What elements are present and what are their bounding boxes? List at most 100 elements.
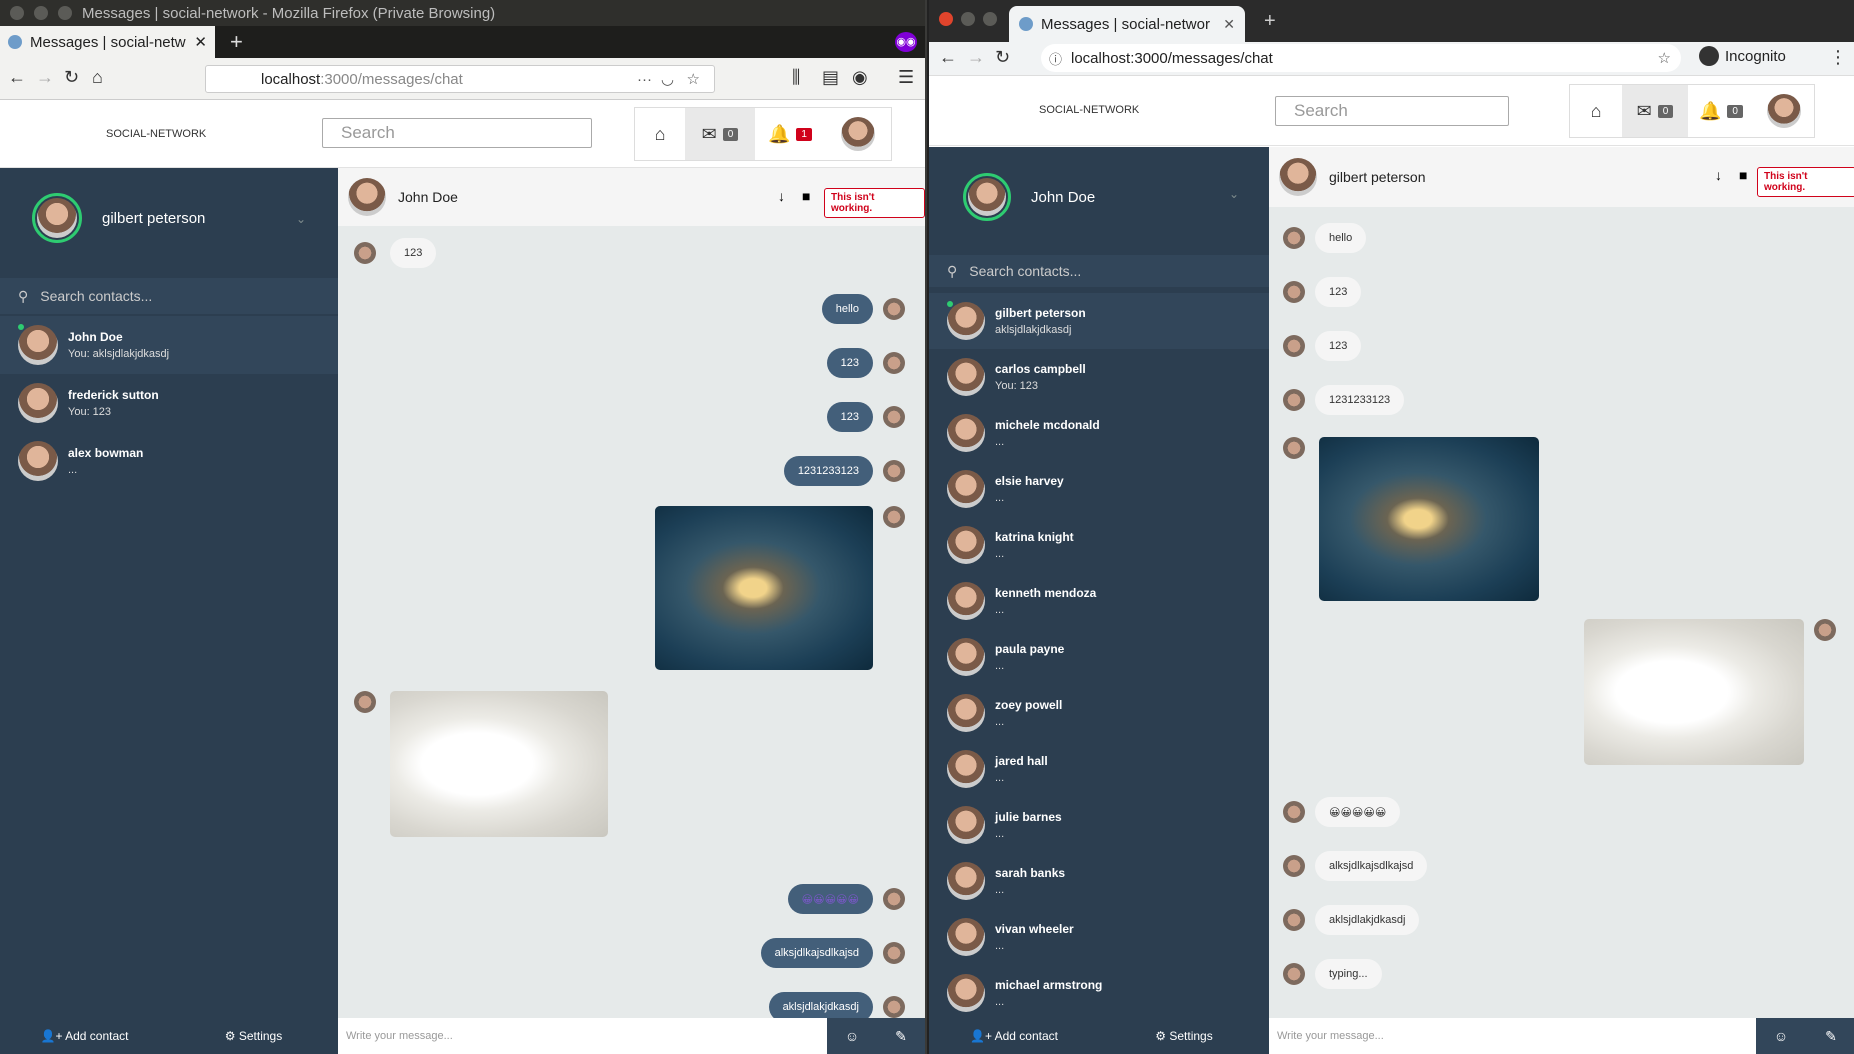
sidebar-icon[interactable]: ▤ bbox=[822, 67, 839, 88]
contact-michele-mcdonald[interactable]: michele mcdonald... bbox=[929, 405, 1269, 461]
browser-tab[interactable]: Messages | social-netwo ✕ bbox=[0, 26, 215, 58]
contacts-sidebar: gilbert peterson ⌄ ⚲ Search contacts... … bbox=[0, 168, 338, 1054]
contact-sarah-banks[interactable]: sarah banks... bbox=[929, 853, 1269, 909]
add-contact-button[interactable]: 👤+ Add contact bbox=[0, 1029, 169, 1043]
contact-carlos-campbell[interactable]: carlos campbell You: 123 bbox=[929, 349, 1269, 405]
message-input[interactable]: Write your message... bbox=[1269, 1030, 1756, 1042]
close-tab-icon[interactable]: ✕ bbox=[1223, 16, 1235, 33]
info-icon[interactable]: ⓘ bbox=[1049, 49, 1062, 68]
incognito-badge[interactable]: Incognito bbox=[1699, 46, 1786, 66]
avatar bbox=[947, 638, 985, 676]
error-tooltip: This isn't working. bbox=[1757, 167, 1854, 197]
download-icon[interactable]: ↓ bbox=[778, 188, 785, 204]
contact-julie-barnes[interactable]: julie barnes... bbox=[929, 797, 1269, 853]
close-tab-icon[interactable]: ✕ bbox=[194, 33, 207, 51]
notifications-button[interactable]: 🔔 1 bbox=[755, 108, 825, 160]
profile-avatar-ring[interactable] bbox=[963, 173, 1011, 221]
back-icon[interactable]: ← bbox=[939, 47, 957, 68]
settings-button[interactable]: ⚙ Settings bbox=[1099, 1029, 1269, 1043]
chrome-window: Messages | social-networ ✕ + ← → ↻ ⓘ loc… bbox=[927, 0, 1854, 1054]
smiley-icon: ☺ bbox=[1773, 1028, 1789, 1044]
brand-logo[interactable]: SOCIAL-NETWORK bbox=[106, 128, 206, 140]
library-icon[interactable]: ⫼ bbox=[792, 67, 800, 88]
home-icon[interactable]: ⌂ bbox=[92, 67, 103, 88]
profile-avatar-ring[interactable] bbox=[32, 193, 82, 243]
new-tab-icon[interactable]: + bbox=[230, 29, 243, 55]
contact-preview: ... bbox=[995, 772, 1005, 784]
contact-elsie-harvey[interactable]: elsie harvey... bbox=[929, 461, 1269, 517]
pocket-icon[interactable]: ◡ bbox=[661, 70, 674, 88]
forward-icon[interactable]: → bbox=[36, 67, 54, 88]
search-input[interactable]: Search bbox=[1275, 96, 1509, 126]
contact-zoey-powell[interactable]: zoey powell... bbox=[929, 685, 1269, 741]
attach-button[interactable]: ✎ bbox=[877, 1018, 925, 1054]
contact-search[interactable]: ⚲ Search contacts... bbox=[929, 255, 1269, 287]
contact-gilbert-peterson[interactable]: gilbert peterson aklsjdlakjdkasdj bbox=[929, 293, 1269, 349]
bookmark-star-icon[interactable]: ☆ bbox=[1658, 49, 1671, 67]
minimize-window-icon[interactable] bbox=[34, 6, 48, 20]
contact-jared-hall[interactable]: jared hall... bbox=[929, 741, 1269, 797]
messenger-button[interactable]: ✉ 0 bbox=[685, 108, 755, 160]
video-call-icon[interactable]: ■ bbox=[802, 188, 810, 204]
avatar bbox=[968, 178, 1006, 216]
address-bar[interactable]: localhost:3000/messages/chat ☆ ◡ ··· bbox=[205, 65, 715, 93]
home-button[interactable]: ⌂ bbox=[635, 108, 685, 160]
page-actions-icon[interactable]: ··· bbox=[637, 71, 652, 88]
avatar bbox=[947, 694, 985, 732]
chevron-down-icon[interactable]: ⌄ bbox=[1229, 187, 1239, 201]
dog-image[interactable] bbox=[390, 691, 608, 837]
address-bar[interactable]: ⓘ localhost:3000/messages/chat ☆ bbox=[1041, 44, 1681, 72]
notifications-button[interactable]: 🔔 0 bbox=[1688, 85, 1754, 137]
menu-icon[interactable]: ☰ bbox=[898, 67, 914, 88]
contact-frederick-sutton[interactable]: frederick sutton You: 123 bbox=[0, 374, 338, 432]
close-window-icon[interactable] bbox=[939, 12, 953, 26]
contact-john-doe[interactable]: John Doe You: aklsjdlakjdkasdj bbox=[0, 316, 338, 374]
reload-icon[interactable]: ↻ bbox=[995, 47, 1010, 68]
meerkat-image[interactable] bbox=[1319, 437, 1539, 601]
emoji-button[interactable]: ☺ bbox=[827, 1018, 877, 1054]
contact-vivan-wheeler[interactable]: vivan wheeler... bbox=[929, 909, 1269, 965]
close-window-icon[interactable] bbox=[10, 6, 24, 20]
reload-icon[interactable]: ↻ bbox=[64, 67, 79, 88]
attach-button[interactable]: ✎ bbox=[1806, 1018, 1854, 1054]
contact-michael-armstrong[interactable]: michael armstrong... bbox=[929, 965, 1269, 1021]
avatar bbox=[883, 298, 905, 320]
profile-button[interactable] bbox=[825, 108, 891, 160]
gear-icon: ⚙ bbox=[224, 1029, 239, 1043]
meerkat-image[interactable] bbox=[655, 506, 873, 670]
video-call-icon[interactable]: ■ bbox=[1739, 167, 1747, 183]
back-icon[interactable]: ← bbox=[8, 67, 26, 88]
message-input[interactable]: Write your message... bbox=[338, 1030, 827, 1042]
brand-logo[interactable]: SOCIAL-NETWORK bbox=[1039, 104, 1139, 116]
home-icon: ⌂ bbox=[1590, 100, 1602, 121]
dog-image[interactable] bbox=[1584, 619, 1804, 765]
account-icon[interactable]: ◉ bbox=[852, 67, 868, 88]
messenger-button[interactable]: ✉ 0 bbox=[1622, 85, 1688, 137]
profile-button[interactable] bbox=[1754, 85, 1814, 137]
contact-katrina-knight[interactable]: katrina knight... bbox=[929, 517, 1269, 573]
browser-tab[interactable]: Messages | social-networ ✕ bbox=[1009, 6, 1245, 42]
avatar bbox=[947, 582, 985, 620]
new-tab-icon[interactable]: + bbox=[1264, 10, 1276, 33]
settings-button[interactable]: ⚙ Settings bbox=[169, 1029, 338, 1043]
menu-icon[interactable]: ⋮ bbox=[1829, 47, 1847, 68]
download-icon[interactable]: ↓ bbox=[1715, 167, 1722, 183]
avatar bbox=[883, 942, 905, 964]
forward-icon[interactable]: → bbox=[967, 47, 985, 68]
add-contact-button[interactable]: 👤+ Add contact bbox=[929, 1029, 1099, 1043]
contact-search[interactable]: ⚲ Search contacts... bbox=[0, 278, 338, 314]
message-bubble: 1231233123 bbox=[1315, 385, 1405, 415]
contact-paula-payne[interactable]: paula payne... bbox=[929, 629, 1269, 685]
home-button[interactable]: ⌂ bbox=[1570, 85, 1622, 137]
message-bubble: alksjdlkajsdlkajsd bbox=[760, 938, 873, 968]
contact-alex-bowman[interactable]: alex bowman... bbox=[0, 432, 338, 490]
contact-kenneth-mendoza[interactable]: kenneth mendoza... bbox=[929, 573, 1269, 629]
avatar bbox=[883, 460, 905, 482]
minimize-window-icon[interactable] bbox=[961, 12, 975, 26]
maximize-window-icon[interactable] bbox=[58, 6, 72, 20]
bookmark-star-icon[interactable]: ☆ bbox=[687, 70, 700, 88]
maximize-window-icon[interactable] bbox=[983, 12, 997, 26]
search-input[interactable]: Search bbox=[322, 118, 592, 148]
chevron-down-icon[interactable]: ⌄ bbox=[296, 212, 306, 226]
emoji-button[interactable]: ☺ bbox=[1756, 1018, 1806, 1054]
